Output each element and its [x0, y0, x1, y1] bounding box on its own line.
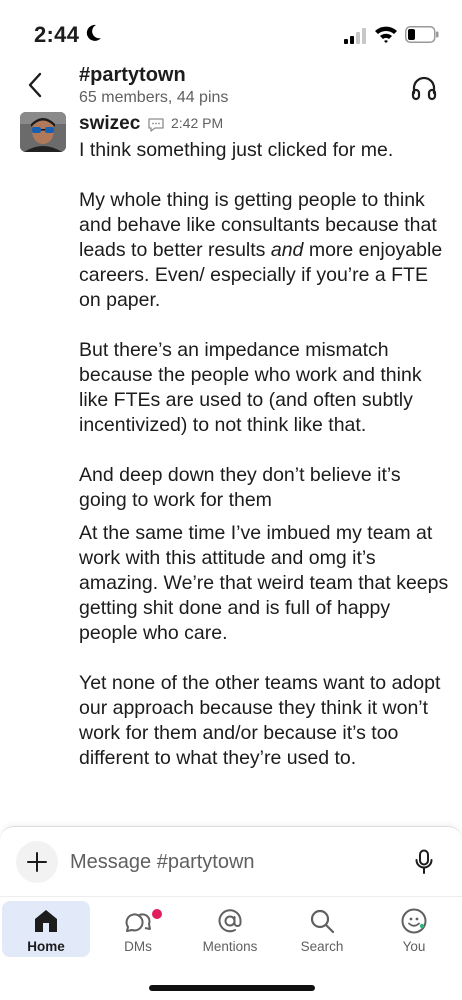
status-bar: 2:44 — [0, 0, 462, 58]
avatar[interactable] — [20, 112, 66, 152]
tab-label: You — [402, 939, 426, 954]
add-attachment-button[interactable] — [16, 841, 58, 883]
profile-icon — [401, 908, 427, 934]
message-paragraph: At the same time I’ve imbued my team at … — [79, 522, 449, 644]
tab-search[interactable]: Search — [278, 901, 366, 957]
tab-label: Mentions — [202, 939, 258, 954]
dms-unread-badge — [150, 907, 164, 921]
battery-icon — [405, 26, 439, 43]
search-icon — [310, 909, 335, 934]
message-emphasis: and — [270, 239, 304, 261]
channel-meta[interactable]: 65 members, 44 pins — [79, 89, 228, 107]
tab-label: DMs — [124, 939, 152, 954]
speech-bubble-icon — [148, 118, 164, 132]
channel-header: #partytown 65 members, 44 pins — [0, 58, 462, 114]
message-composer — [0, 826, 462, 896]
wifi-icon — [375, 26, 397, 43]
message-paragraph: And deep down they don’t believe it’s go… — [79, 464, 401, 511]
tab-dms[interactable]: DMs — [94, 901, 182, 957]
home-indicator — [149, 985, 315, 991]
dms-icon — [125, 913, 151, 932]
message-paragraph: Yet none of the other teams want to adop… — [79, 672, 441, 769]
message-paragraph: I think something just clicked for me. — [79, 139, 394, 161]
avatar-image — [20, 112, 66, 152]
tab-home[interactable]: Home — [2, 901, 90, 957]
message-input[interactable] — [70, 847, 390, 877]
tab-mentions[interactable]: Mentions — [186, 901, 274, 957]
focus-moon-icon — [86, 24, 101, 41]
back-chevron-icon[interactable] — [22, 70, 50, 100]
home-icon — [35, 910, 57, 932]
tab-you[interactable]: You — [370, 901, 458, 957]
tab-label: Search — [300, 939, 344, 954]
status-time: 2:44 — [34, 22, 80, 47]
cellular-signal-icon — [344, 28, 366, 44]
channel-title[interactable]: #partytown — [79, 64, 186, 87]
message-body: I think something just clicked for me. M… — [79, 138, 451, 796]
message-list[interactable]: swizec 2:42 PM I think something just cl… — [0, 112, 462, 824]
microphone-icon[interactable] — [414, 849, 434, 875]
bottom-tab-bar: Home DMs Mentions Search You — [0, 896, 462, 1000]
message-timestamp: 2:42 PM — [171, 115, 224, 131]
message-paragraph: My whole thing is getting people to thin… — [79, 188, 451, 313]
message-paragraph: But there’s an impedance mismatch becaus… — [79, 339, 422, 436]
at-sign-icon — [218, 909, 242, 933]
sender-name[interactable]: swizec — [79, 113, 140, 135]
tab-label: Home — [27, 939, 65, 954]
plus-icon — [27, 852, 47, 872]
headphones-icon[interactable] — [410, 74, 438, 102]
